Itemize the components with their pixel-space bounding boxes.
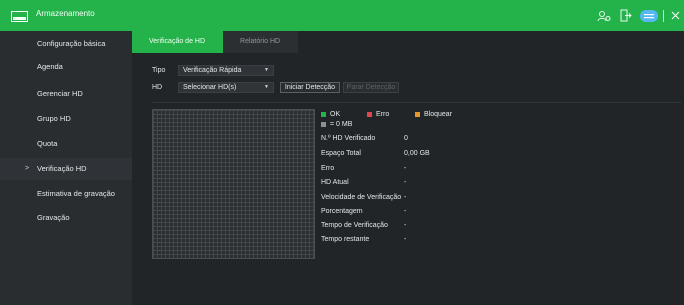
info-value-velocidade: - — [404, 194, 407, 201]
title-separator — [663, 9, 664, 22]
info-label-tempo-restante: Tempo restante — [321, 236, 370, 243]
tab-relatorio-hd[interactable]: Relatório HD — [223, 31, 299, 53]
window-title: Armazenamento — [36, 9, 95, 18]
sidebar-item-quota[interactable]: Quota — [0, 133, 132, 155]
info-value-erro: - — [404, 165, 407, 172]
info-value-tempo-verificacao: - — [404, 222, 407, 229]
info-value-espaco-total: 0,00 GB — [404, 150, 430, 157]
sidebar-item-label: Estimativa de gravação — [37, 189, 115, 198]
hd-select[interactable]: Selecionar HD(s) ▼ — [178, 82, 274, 93]
info-value-hd-atual: - — [404, 179, 407, 186]
hd-select-value: Selecionar HD(s) — [183, 84, 237, 91]
chevron-down-icon: ▼ — [264, 84, 269, 90]
sidebar-item-verificacao-hd[interactable]: > Verificação HD — [0, 158, 132, 180]
sidebar-item-label: Agenda — [37, 62, 63, 71]
info-value-hd-verificado: 0 — [404, 135, 408, 142]
storage-icon — [11, 11, 28, 22]
tab-verificacao-hd[interactable]: Verificação de HD — [132, 31, 224, 53]
disk-sector-map — [152, 109, 315, 259]
info-label-espaco-total: Espaço Total — [321, 150, 361, 157]
sidebar-item-gerenciar-hd[interactable]: Gerenciar HD — [0, 83, 132, 105]
sidebar-item-estimativa-gravacao[interactable]: Estimativa de gravação — [0, 183, 132, 205]
legend-ok: OK — [321, 111, 340, 118]
legend-blocked: Bloquear — [415, 111, 452, 118]
title-bar: Armazenamento — [0, 0, 684, 31]
tipo-select-value: Verificação Rápida — [183, 67, 242, 74]
unit-swatch — [321, 122, 326, 127]
legend-unit: = 0 MB — [321, 121, 352, 128]
info-label-hd-verificado: N.º HD Verificado — [321, 135, 376, 142]
close-icon[interactable] — [666, 0, 684, 31]
chevron-down-icon: ▼ — [264, 67, 269, 73]
tab-bar: Verificação de HD Relatório HD — [132, 31, 299, 53]
chevron-right-icon: > — [25, 165, 30, 172]
logout-icon[interactable] — [615, 0, 637, 31]
divider — [152, 102, 682, 103]
sidebar-item-gravacao[interactable]: Gravação — [0, 207, 132, 229]
info-label-velocidade: Velocidade de Verificação — [321, 194, 402, 201]
info-label-tempo-verificacao: Tempo de Verificação — [321, 222, 388, 229]
start-detection-button[interactable]: Iniciar Detecção — [280, 82, 340, 93]
sidebar-item-grupo-hd[interactable]: Grupo HD — [0, 108, 132, 130]
legend-unit-label: = 0 MB — [330, 121, 353, 128]
blocked-swatch — [415, 112, 420, 117]
tipo-label: Tipo — [152, 67, 166, 74]
sidebar-item-label: Configuração básica — [37, 39, 106, 48]
hd-label: HD — [152, 84, 163, 91]
sidebar-item-label: Grupo HD — [37, 114, 71, 123]
legend-error: Erro — [367, 111, 389, 118]
error-swatch — [367, 112, 372, 117]
ok-swatch — [321, 112, 326, 117]
sidebar-item-label: Verificação HD — [37, 164, 87, 173]
info-label-hd-atual: HD Atual — [321, 179, 349, 186]
info-label-erro: Erro — [321, 165, 335, 172]
sidebar-item-label: Gravação — [37, 213, 70, 222]
info-value-porcentagem: - — [404, 208, 407, 215]
legend-ok-label: OK — [330, 111, 341, 118]
main-content: Verificação de HD Relatório HD Tipo Veri… — [132, 31, 684, 305]
sidebar-item-configuracao-basica[interactable]: Configuração básica — [0, 33, 132, 55]
legend-error-label: Erro — [376, 111, 390, 118]
legend-blocked-label: Bloquear — [424, 111, 453, 118]
stop-detection-button[interactable]: Parar Detecção — [343, 82, 399, 93]
menu-icon[interactable] — [637, 0, 661, 31]
sidebar-item-label: Gerenciar HD — [37, 89, 83, 98]
sidebar-item-label: Quota — [37, 139, 58, 148]
sidebar: Configuração básica Agenda Gerenciar HD … — [0, 31, 132, 305]
sidebar-item-agenda[interactable]: Agenda — [0, 56, 132, 78]
info-label-porcentagem: Porcentagem — [321, 208, 363, 215]
tipo-select[interactable]: Verificação Rápida ▼ — [178, 65, 274, 76]
info-value-tempo-restante: - — [404, 236, 407, 243]
user-icon[interactable] — [593, 0, 615, 31]
